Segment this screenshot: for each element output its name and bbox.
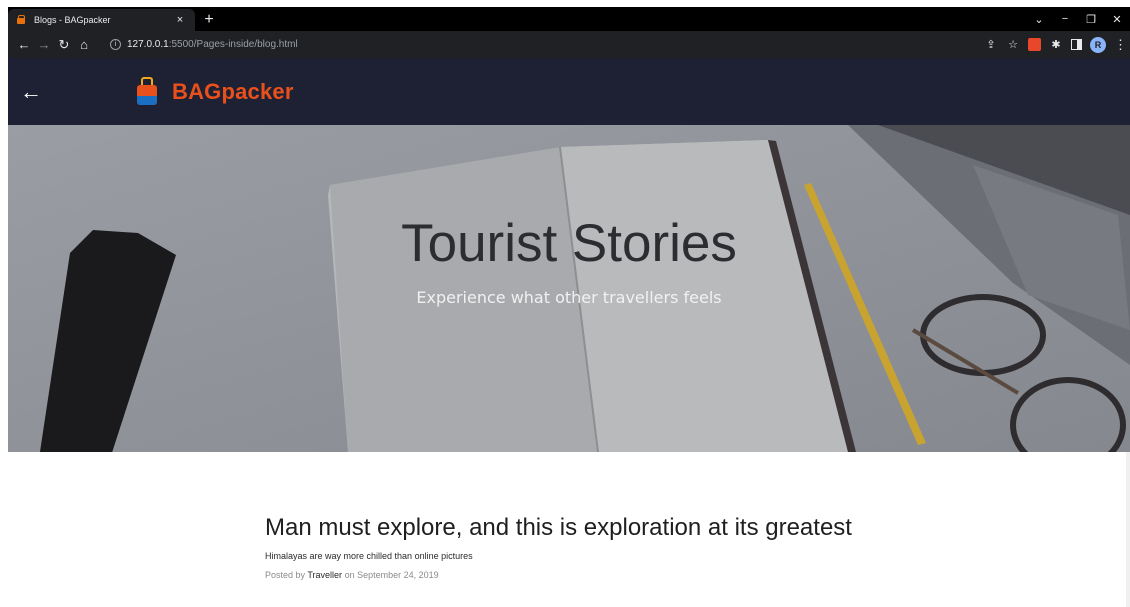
brand-name: BAGpacker (172, 78, 294, 104)
post-subtitle: Himalayas are way more chilled than onli… (265, 551, 473, 561)
new-tab-button[interactable]: + (197, 9, 221, 31)
post-meta: Posted by Traveller on September 24, 201… (265, 570, 865, 580)
address-bar[interactable]: i 127.0.0.1 :5500/Pages-inside/blog.html (104, 34, 984, 55)
meta-prefix: Posted by (265, 570, 306, 580)
extension-icon[interactable] (1028, 38, 1041, 51)
bookmark-star-icon[interactable]: ☆ (1006, 38, 1020, 52)
side-panel-icon[interactable] (1071, 39, 1082, 50)
extensions-puzzle-icon[interactable]: ✱ (1049, 38, 1063, 52)
close-window-icon[interactable]: ✕ (1104, 13, 1130, 26)
forward-nav-icon[interactable]: → (34, 37, 54, 52)
hero-title: Tourist Stories (401, 214, 737, 273)
hero-banner: Tourist Stories Experience what other tr… (8, 125, 1130, 452)
brand-logo[interactable]: BAGpacker (136, 76, 294, 107)
post-title[interactable]: Man must explore, and this is exploratio… (265, 512, 865, 543)
minimize-icon[interactable]: − (1052, 13, 1078, 25)
reload-icon[interactable]: ↻ (54, 37, 74, 53)
menu-kebab-icon[interactable]: ⋮ (1114, 37, 1127, 53)
backpack-favicon-icon (16, 15, 26, 25)
blog-post-preview[interactable]: Man must explore, and this is exploratio… (265, 512, 865, 580)
share-icon[interactable]: ⇪ (984, 38, 998, 52)
scrollbar[interactable] (1126, 452, 1130, 607)
url-host: 127.0.0.1 (127, 39, 169, 50)
browser-tab[interactable]: Blogs - BAGpacker × (8, 9, 195, 31)
meta-date: on September 24, 2019 (344, 570, 439, 580)
home-icon[interactable]: ⌂ (74, 37, 94, 52)
tab-close-icon[interactable]: × (173, 14, 187, 26)
window-controls: ⌄ − ❐ ✕ (1026, 7, 1130, 31)
hero-subtitle: Experience what other travellers feels (416, 288, 722, 307)
restore-icon[interactable]: ❐ (1078, 13, 1104, 26)
tab-title: Blogs - BAGpacker (34, 15, 111, 25)
tab-search-chevron-icon[interactable]: ⌄ (1026, 13, 1052, 26)
toolbar-actions: ⇪ ☆ ✱ R ⋮ (984, 36, 1127, 53)
browser-tab-strip: Blogs - BAGpacker × + ⌄ − ❐ ✕ (8, 7, 1130, 31)
back-nav-icon[interactable]: ← (14, 37, 34, 52)
browser-toolbar: ← → ↻ ⌂ i 127.0.0.1 :5500/Pages-inside/b… (8, 31, 1130, 58)
page: Blogs - BAGpacker × + ⌄ − ❐ ✕ ← → ↻ ⌂ i … (0, 0, 1130, 607)
meta-author[interactable]: Traveller (307, 570, 342, 580)
back-arrow-icon[interactable]: ← (20, 79, 50, 105)
url-path: :5500/Pages-inside/blog.html (168, 39, 298, 50)
site-info-icon[interactable]: i (110, 39, 121, 50)
profile-avatar[interactable]: R (1090, 36, 1106, 53)
site-header: ← BAGpacker (8, 58, 1130, 125)
backpack-logo-icon (136, 76, 158, 107)
